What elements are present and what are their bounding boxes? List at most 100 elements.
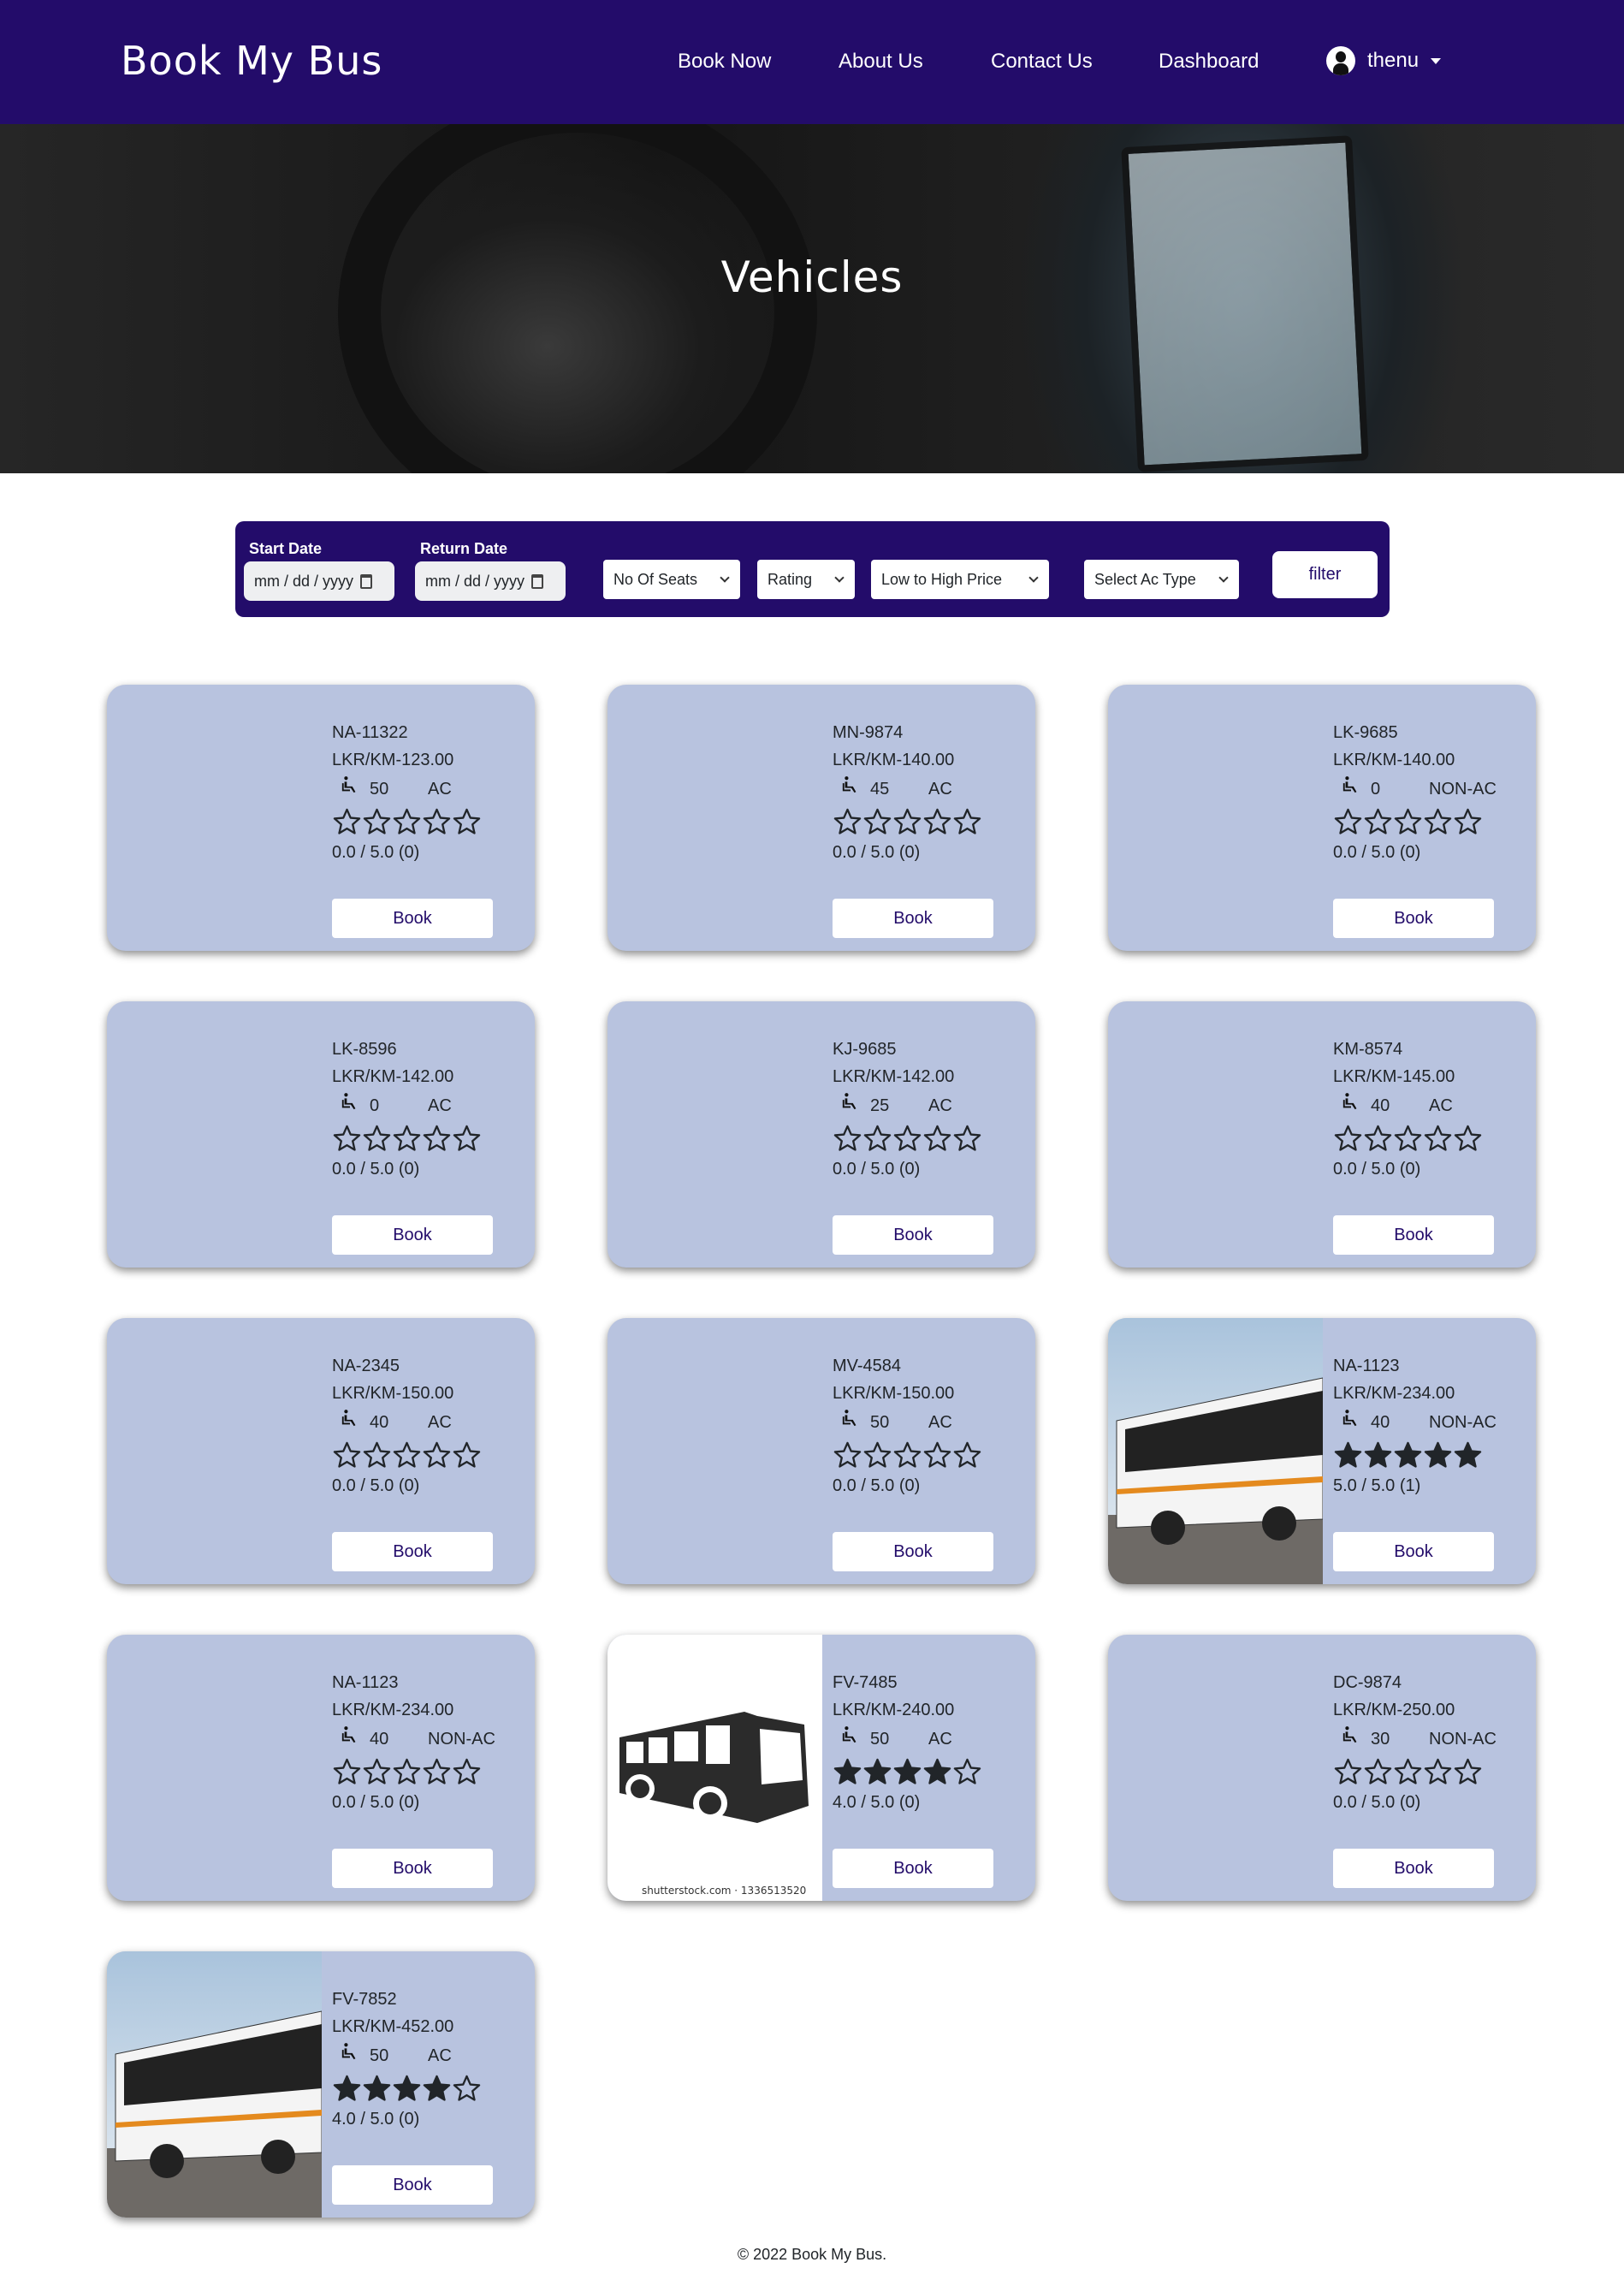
nav-about-us[interactable]: About Us: [839, 50, 923, 74]
price-sort-select[interactable]: Low to High Price: [871, 560, 1049, 599]
star-outline-icon: [393, 808, 421, 834]
vehicle-number: LK-9685: [1333, 723, 1398, 742]
return-date-placeholder: mm / dd / yyyy: [425, 572, 525, 590]
vehicle-price: LKR/KM-140.00: [1333, 751, 1455, 769]
filter-bar: Start Date mm / dd / yyyy Return Date mm…: [235, 521, 1390, 617]
star-outline-icon: [1364, 1758, 1392, 1784]
start-date-placeholder: mm / dd / yyyy: [254, 572, 354, 590]
book-button[interactable]: Book: [332, 1532, 493, 1571]
ac-type-select[interactable]: Select Ac Type: [1084, 560, 1239, 599]
vehicle-price: LKR/KM-142.00: [332, 1067, 454, 1086]
seat-icon: [341, 775, 359, 803]
rating-select-value: Rating: [768, 570, 813, 588]
vehicle-number: KJ-9685: [833, 1040, 897, 1059]
price-sort-value: Low to High Price: [881, 570, 1003, 588]
bus-photo: [1108, 1318, 1324, 1584]
star-outline-icon: [893, 1125, 922, 1151]
calendar-icon[interactable]: [360, 573, 373, 589]
book-button[interactable]: Book: [332, 2165, 493, 2205]
start-date-input[interactable]: mm / dd / yyyy: [244, 561, 394, 601]
filter-button[interactable]: filter: [1272, 551, 1378, 598]
ac-type: NON-AC: [1429, 1730, 1497, 1749]
star-outline-icon: [863, 808, 892, 834]
rating-text: 0.0 / 5.0 (0): [833, 1476, 921, 1495]
seat-count: 50: [870, 1730, 890, 1749]
star-outline-icon: [423, 1441, 451, 1468]
vehicle-price: LKR/KM-234.00: [332, 1701, 454, 1719]
seat-count: 0: [370, 1096, 380, 1115]
nav-contact-us[interactable]: Contact Us: [991, 50, 1093, 74]
brand-logo[interactable]: Book My Bus: [121, 38, 382, 84]
star-outline-icon: [333, 1125, 361, 1151]
vehicle-price: LKR/KM-145.00: [1333, 1067, 1455, 1086]
book-button[interactable]: Book: [332, 1215, 493, 1255]
chevron-down-icon: [1028, 572, 1039, 583]
ac-type: AC: [428, 1096, 452, 1115]
vehicle-number: LK-8596: [332, 1040, 397, 1059]
chevron-down-icon: [720, 572, 730, 583]
rating-select[interactable]: Rating: [757, 560, 855, 599]
vehicle-number: NA-2345: [332, 1357, 400, 1375]
vehicle-card: NA-1123 LKR/KM-234.00 40 NON-AC 0.0 / 5.0 (0…: [107, 1635, 535, 1901]
star-filled-icon: [423, 2075, 451, 2101]
vehicle-number: MV-4584: [833, 1357, 902, 1375]
vehicle-number: MN-9874: [833, 723, 904, 742]
vehicle-card: DC-9874 LKR/KM-250.00 30 NON-AC 0.0 / 5.0 (0…: [1108, 1635, 1536, 1901]
star-outline-icon: [953, 808, 981, 834]
star-filled-icon: [333, 2075, 361, 2101]
footer-copyright: © 2022 Book My Bus.: [737, 2246, 887, 2263]
book-button[interactable]: Book: [833, 899, 993, 938]
star-filled-icon: [1364, 1441, 1392, 1468]
star-outline-icon: [923, 1125, 951, 1151]
navbar: Book My Bus Book Now About Us Contact Us…: [0, 0, 1624, 124]
star-outline-icon: [1454, 808, 1482, 834]
star-rating: [833, 805, 982, 839]
vehicle-number: FV-7852: [332, 1990, 397, 2009]
seat-count: 50: [370, 780, 389, 799]
star-rating: [332, 1438, 482, 1472]
star-outline-icon: [953, 1758, 981, 1784]
book-button[interactable]: Book: [833, 1215, 993, 1255]
caret-down-icon: [1431, 57, 1442, 64]
star-rating: [1333, 805, 1497, 839]
ac-type: AC: [428, 1413, 452, 1432]
book-button[interactable]: Book: [332, 899, 493, 938]
vehicle-card: FV-7852 LKR/KM-452.00 50 AC 4.0 / 5.0 (0) Boo…: [107, 1951, 535, 2218]
book-button[interactable]: Book: [332, 1849, 493, 1888]
book-button[interactable]: Book: [1333, 1849, 1494, 1888]
star-outline-icon: [453, 808, 481, 834]
star-outline-icon: [1424, 1125, 1452, 1151]
star-filled-icon: [923, 1758, 951, 1784]
navigation-screen-image: [1121, 135, 1369, 472]
book-button[interactable]: Book: [833, 1849, 993, 1888]
star-rating: [1333, 1438, 1497, 1472]
rating-text: 0.0 / 5.0 (0): [332, 1793, 420, 1812]
star-outline-icon: [1394, 808, 1422, 834]
calendar-icon[interactable]: [531, 573, 544, 589]
return-date-input[interactable]: mm / dd / yyyy: [415, 561, 566, 601]
ac-type: AC: [928, 1413, 952, 1432]
vehicle-price: LKR/KM-150.00: [833, 1384, 955, 1403]
vehicle-price: LKR/KM-234.00: [1333, 1384, 1455, 1403]
star-outline-icon: [1334, 1758, 1362, 1784]
star-outline-icon: [833, 1125, 862, 1151]
star-rating: [833, 1121, 982, 1155]
book-button[interactable]: Book: [1333, 1532, 1494, 1571]
nav-book-now[interactable]: Book Now: [678, 50, 771, 74]
book-button[interactable]: Book: [1333, 1215, 1494, 1255]
return-date-label: Return Date: [420, 540, 508, 557]
vehicle-number: NA-11322: [332, 723, 408, 742]
seats-select[interactable]: No Of Seats: [603, 560, 740, 599]
vehicle-card: KJ-9685 LKR/KM-142.00 25 AC 0.0 / 5.0 (0) Boo…: [608, 1001, 1035, 1268]
seat-count: 25: [870, 1096, 890, 1115]
user-menu[interactable]: thenu: [1326, 46, 1442, 75]
book-button[interactable]: Book: [833, 1532, 993, 1571]
seat-count: 0: [1371, 780, 1381, 799]
rating-text: 0.0 / 5.0 (0): [332, 1160, 420, 1179]
star-outline-icon: [1364, 1125, 1392, 1151]
seat-count: 40: [370, 1730, 389, 1749]
book-button[interactable]: Book: [1333, 899, 1494, 938]
nav-dashboard[interactable]: Dashboard: [1159, 50, 1259, 74]
star-filled-icon: [363, 2075, 391, 2101]
seat-count: 40: [370, 1413, 389, 1432]
